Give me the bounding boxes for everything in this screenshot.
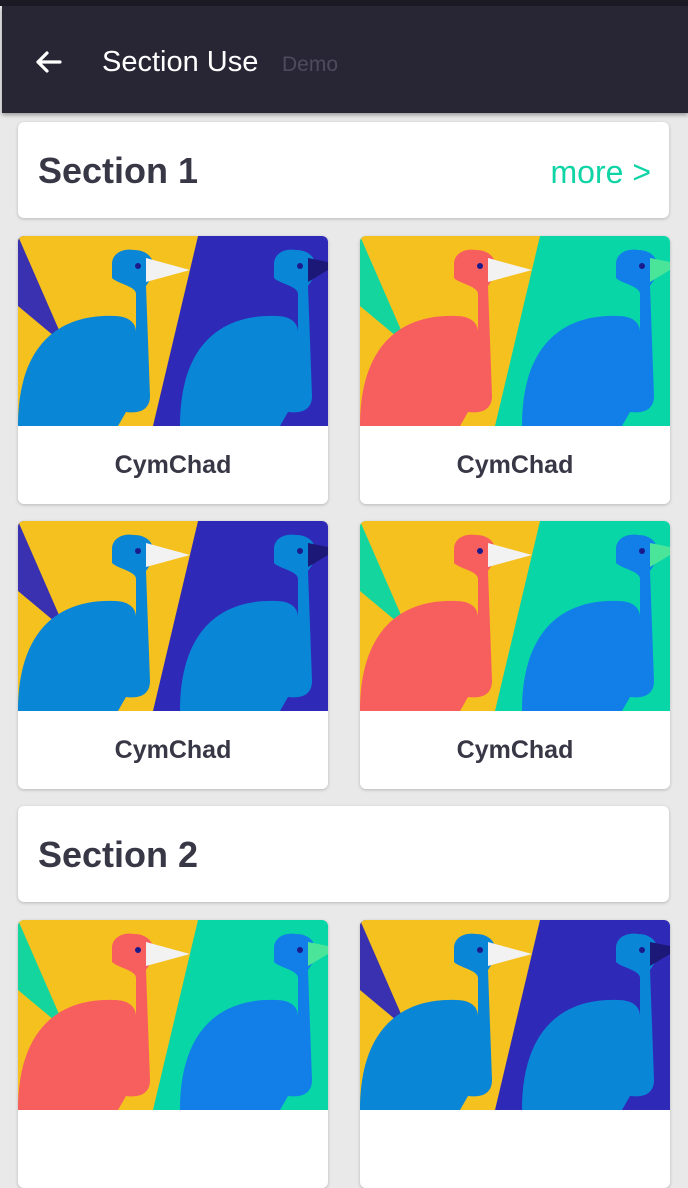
section-header-2: Section 2 — [18, 806, 669, 902]
arrow-back-icon — [28, 42, 68, 82]
grid-item-card[interactable]: CymChad — [360, 236, 670, 504]
item-label: CymChad — [114, 451, 232, 479]
grid-item-card[interactable]: CymChad — [18, 236, 328, 504]
bird-illustration-image — [360, 920, 670, 1110]
toolbar-title: Section Use — [102, 46, 259, 78]
grid-item-card[interactable] — [360, 920, 670, 1188]
section-title: Section 1 — [38, 150, 199, 191]
back-button[interactable] — [28, 42, 68, 82]
app-toolbar: Section Use Demo — [2, 6, 688, 113]
toolbar-subtitle: Demo — [282, 53, 339, 76]
bird-illustration-image — [18, 521, 328, 711]
section-title: Section 2 — [38, 834, 199, 875]
bird-illustration-image — [360, 521, 670, 711]
item-label: CymChad — [456, 736, 574, 764]
item-label: CymChad — [114, 736, 232, 764]
section-header-1: Section 1 more > — [18, 122, 669, 218]
bird-illustration-image — [18, 236, 328, 426]
grid-item-card[interactable] — [18, 920, 328, 1188]
bird-illustration-image — [360, 236, 670, 426]
grid-item-card[interactable]: CymChad — [18, 521, 328, 789]
bird-illustration-image — [18, 920, 328, 1110]
more-link[interactable]: more > — [551, 152, 651, 192]
item-label: CymChad — [456, 451, 574, 479]
grid-item-card[interactable]: CymChad — [360, 521, 670, 789]
